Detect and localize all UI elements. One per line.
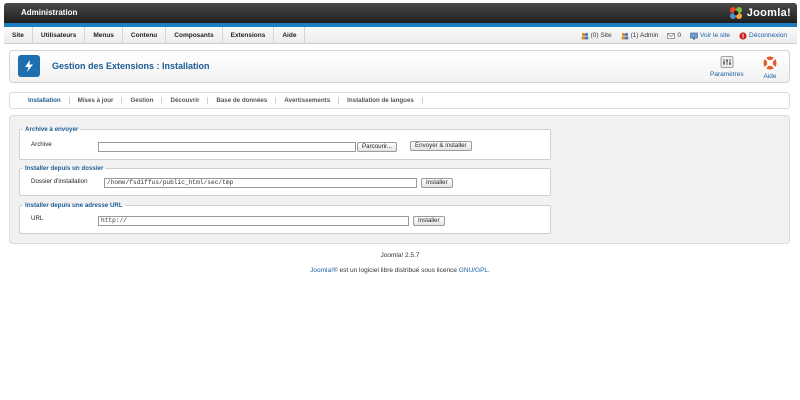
tab-database[interactable]: Base de données <box>208 97 277 104</box>
install-url-legend: Installer depuis une adresse URL <box>25 202 123 209</box>
site-visitors-count: (0) Site <box>590 32 612 39</box>
tab-warnings[interactable]: Avertissements <box>276 97 340 104</box>
joomla-logo-text: Joomla! <box>746 7 791 19</box>
menu-item-components[interactable]: Composants <box>166 27 223 44</box>
users-icon <box>581 32 589 39</box>
install-directory-label: Dossier d'installation <box>31 178 88 185</box>
install-directory-input[interactable]: /home/fsdiffus/public_html/sec/tmp <box>104 178 417 188</box>
logout-label: Déconnexion <box>749 32 787 39</box>
install-url-input[interactable]: http:// <box>98 216 409 226</box>
lifebuoy-icon <box>763 56 777 70</box>
gpl-link[interactable]: GNU/GPL <box>459 267 488 274</box>
view-site-link[interactable]: Voir le site <box>690 32 730 40</box>
page-header: Gestion des Extensions : Installation Pa… <box>9 50 790 83</box>
settings-icon <box>720 56 734 68</box>
menu-item-help[interactable]: Aide <box>274 27 306 44</box>
menu-item-extensions[interactable]: Extensions <box>223 27 275 44</box>
install-content: Archive à envoyer Archive Parcourir... E… <box>9 115 790 244</box>
archive-file-input[interactable] <box>98 142 356 152</box>
monitor-icon <box>690 32 698 39</box>
admin-users-icon <box>621 32 629 39</box>
footer-version: Joomla! 2.5.7 <box>380 252 420 259</box>
tab-manage[interactable]: Gestion <box>122 97 163 104</box>
view-site-label: Voir le site <box>700 32 731 39</box>
help-label: Aide <box>763 73 777 80</box>
menu-item-menus[interactable]: Menus <box>85 27 123 44</box>
install-directory-panel: Installer depuis un dossier Dossier d'in… <box>19 165 551 196</box>
tab-installation[interactable]: Installation <box>20 97 70 104</box>
admin-users-status: (1) Admin <box>621 32 659 40</box>
browse-button[interactable]: Parcourir... <box>357 142 397 152</box>
menu-item-content[interactable]: Contenu <box>123 27 167 44</box>
lightning-icon <box>25 60 33 72</box>
tab-discover[interactable]: Découvrir <box>162 97 209 104</box>
joomla-logo-icon <box>729 7 742 19</box>
site-visitors-status: (0) Site <box>581 32 612 40</box>
main-menu: Site Utilisateurs Menus Contenu Composan… <box>4 27 306 44</box>
page-title: Gestion des Extensions : Installation <box>52 61 210 71</box>
submenu-tabs: Installation Mises à jour Gestion Découv… <box>9 92 790 109</box>
parameters-label: Paramètres <box>710 71 744 78</box>
upload-package-legend: Archive à envoyer <box>25 126 79 133</box>
admin-topbar: Administration Joomla! <box>4 3 797 23</box>
admin-users-count: (1) Admin <box>630 32 659 39</box>
menu-item-users[interactable]: Utilisateurs <box>33 27 86 44</box>
mail-icon <box>667 32 676 39</box>
footer-license: Joomla!® est un logiciel libre distribué… <box>0 267 800 274</box>
upload-install-button[interactable]: Envoyer & installer <box>410 141 472 151</box>
license-end: . <box>488 267 490 274</box>
admin-title: Administration <box>21 8 78 17</box>
install-url-panel: Installer depuis une adresse URL URL htt… <box>19 202 551 234</box>
url-label: URL <box>31 215 44 222</box>
archive-label: Archive <box>31 141 52 148</box>
status-area: (0) Site (1) Admin 0 Voir le site Déconn… <box>581 27 787 44</box>
menu-item-site[interactable]: Site <box>4 27 33 44</box>
joomla-link[interactable]: Joomla!® <box>310 267 338 274</box>
messages-count: 0 <box>677 32 682 39</box>
parameters-button[interactable]: Paramètres <box>710 55 744 78</box>
logout-link[interactable]: Déconnexion <box>739 31 787 40</box>
extension-manager-icon <box>18 55 40 77</box>
help-button[interactable]: Aide <box>762 55 778 80</box>
license-text: est un logiciel libre distribué sous lic… <box>337 267 459 274</box>
logout-icon <box>739 31 747 40</box>
install-directory-button[interactable]: Installer <box>421 178 453 188</box>
tab-install-languages[interactable]: Installation de langues <box>339 97 423 104</box>
messages-status[interactable]: 0 <box>667 32 681 40</box>
tab-updates[interactable]: Mises à jour <box>70 97 123 104</box>
main-menubar: Site Utilisateurs Menus Contenu Composan… <box>4 27 797 44</box>
upload-package-panel: Archive à envoyer Archive Parcourir... E… <box>19 126 551 160</box>
install-directory-legend: Installer depuis un dossier <box>25 165 104 172</box>
install-url-button[interactable]: Installer <box>413 216 445 226</box>
joomla-logo: Joomla! <box>728 5 791 21</box>
